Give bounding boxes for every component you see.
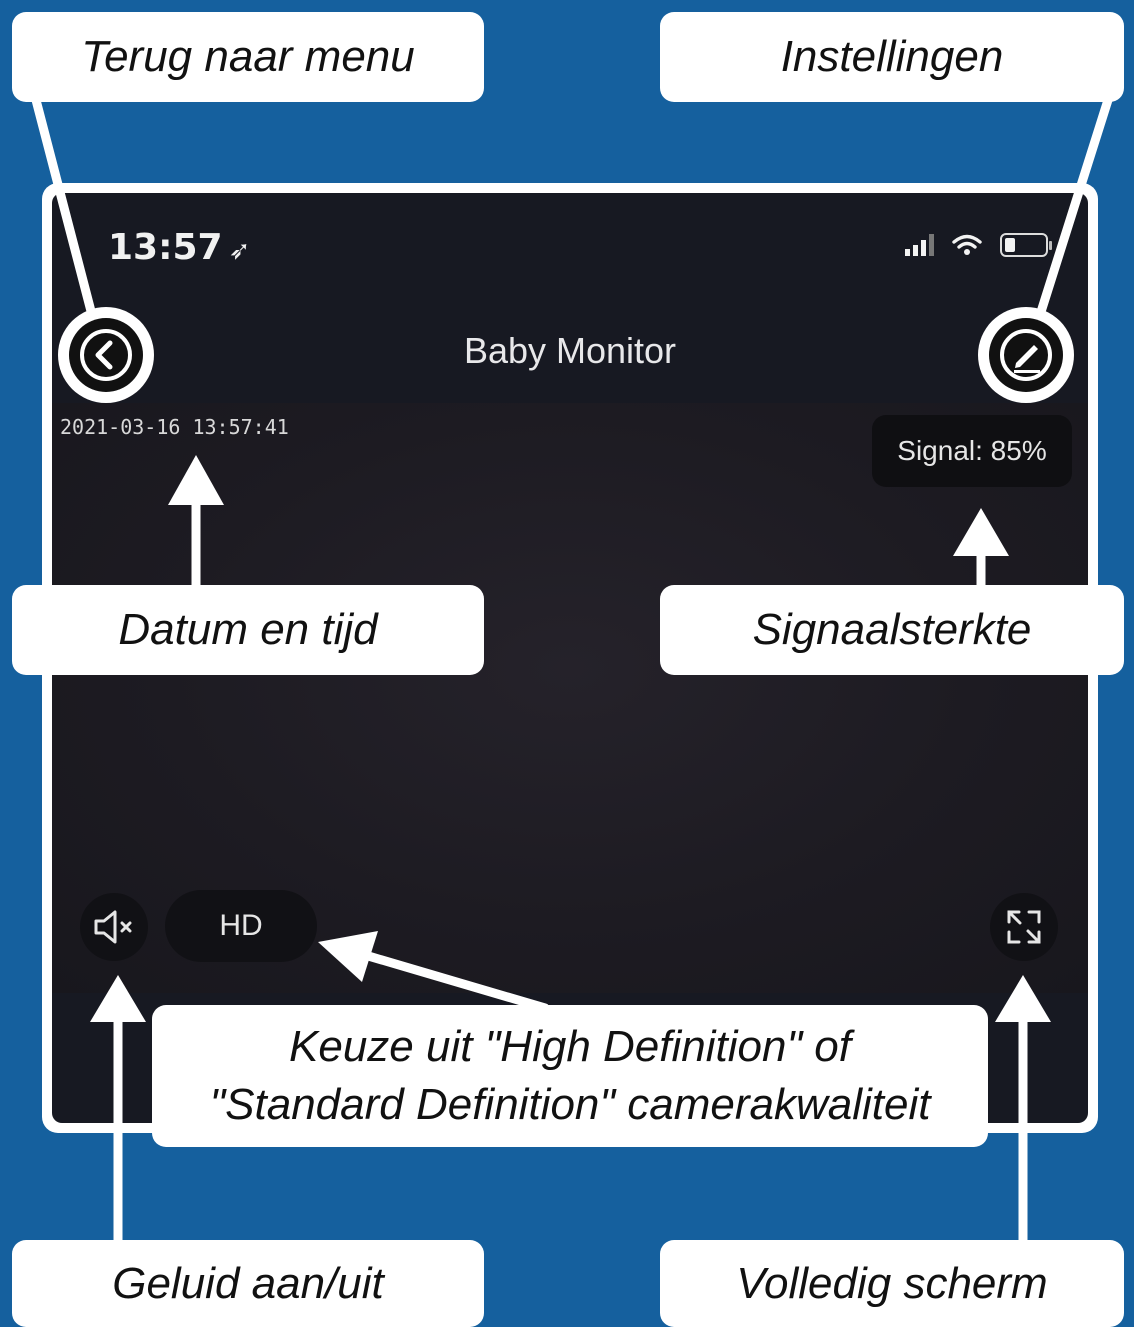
annotation-quality-line2: "Standard Definition" camerakwaliteit (209, 1080, 931, 1129)
fullscreen-button[interactable] (990, 893, 1058, 961)
annotation-quality-line1: Keuze uit "High Definition" of (289, 1022, 851, 1071)
annotation-fullscreen: Volledig scherm (660, 1240, 1124, 1327)
annotation-quality: Keuze uit "High Definition" of "Standard… (152, 1005, 988, 1147)
battery-low-icon (1000, 233, 1052, 257)
annotation-sound: Geluid aan/uit (12, 1240, 484, 1327)
status-time: 13:57 ➶ (108, 227, 251, 268)
page-title: Baby Monitor (463, 330, 677, 371)
datetime-overlay: 2021-03-16 13:57:41 (60, 415, 289, 439)
mute-button[interactable] (80, 893, 148, 961)
location-arrow-icon: ➶ (228, 236, 251, 266)
expand-fullscreen-icon (1007, 910, 1041, 944)
back-button[interactable] (58, 307, 154, 403)
settings-button[interactable] (978, 307, 1074, 403)
cellular-bars-icon (905, 234, 934, 256)
pencil-edit-icon (1000, 329, 1052, 381)
chevron-left-icon (80, 329, 132, 381)
annotation-datetime: Datum en tijd (12, 585, 484, 675)
wifi-icon (952, 234, 982, 255)
quality-toggle-button[interactable]: HD (165, 890, 317, 962)
signal-badge: Signal: 85% (872, 415, 1072, 487)
annotation-settings: Instellingen (660, 12, 1124, 102)
speaker-muted-icon (94, 910, 132, 944)
annotation-back: Terug naar menu (12, 12, 484, 102)
status-icons (905, 233, 1052, 257)
annotation-signal: Signaalsterkte (660, 585, 1124, 675)
